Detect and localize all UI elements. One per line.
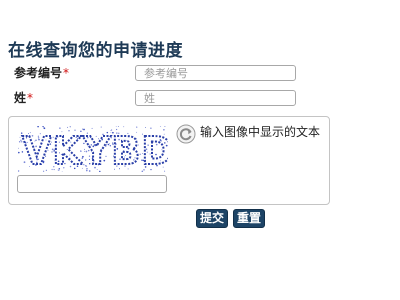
captcha-noise-dot <box>115 126 117 127</box>
submit-button[interactable]: 提交 <box>196 209 228 228</box>
captcha-noise-dot <box>159 126 162 127</box>
captcha-noise-dot <box>145 126 146 128</box>
captcha-input[interactable] <box>17 175 167 193</box>
reference-number-label: 参考编号* <box>14 64 69 81</box>
application-status-page: 在线查询您的申请进度 参考编号* 姓* VKYBD 输入图像中显示的文本 提交 … <box>0 0 400 300</box>
captcha-noise-dot <box>18 147 19 150</box>
captcha-noise-dot <box>37 126 39 128</box>
surname-label: 姓* <box>14 89 33 106</box>
required-mark: * <box>63 66 70 80</box>
reference-number-label-text: 参考编号 <box>14 66 63 80</box>
captcha-noise-dot <box>19 136 21 138</box>
captcha-image: VKYBD <box>18 126 168 172</box>
captcha-noise-dot <box>18 170 20 172</box>
captcha-noise-dot <box>69 126 71 128</box>
captcha-noise-dot <box>18 140 21 143</box>
surname-label-text: 姓 <box>14 91 27 105</box>
refresh-icon[interactable] <box>176 124 196 144</box>
captcha-text: VKYBD <box>22 129 168 172</box>
captcha-noise-dot <box>42 126 44 127</box>
reference-number-input[interactable] <box>135 65 296 81</box>
surname-input[interactable] <box>135 90 296 106</box>
captcha-noise-dot <box>117 126 119 127</box>
captcha-panel: VKYBD 输入图像中显示的文本 <box>8 116 330 205</box>
captcha-noise-dot <box>136 126 138 128</box>
captcha-noise-dot <box>100 126 102 128</box>
required-mark: * <box>27 91 34 105</box>
captcha-noise-dot <box>164 126 166 127</box>
captcha-noise-dot <box>67 126 69 128</box>
captcha-noise-dot <box>18 151 20 154</box>
captcha-noise-dot <box>123 126 125 128</box>
captcha-noise-dot <box>42 127 44 129</box>
reset-button[interactable]: 重置 <box>233 209 265 228</box>
captcha-hint: 输入图像中显示的文本 <box>200 125 321 139</box>
page-title: 在线查询您的申请进度 <box>8 41 183 61</box>
